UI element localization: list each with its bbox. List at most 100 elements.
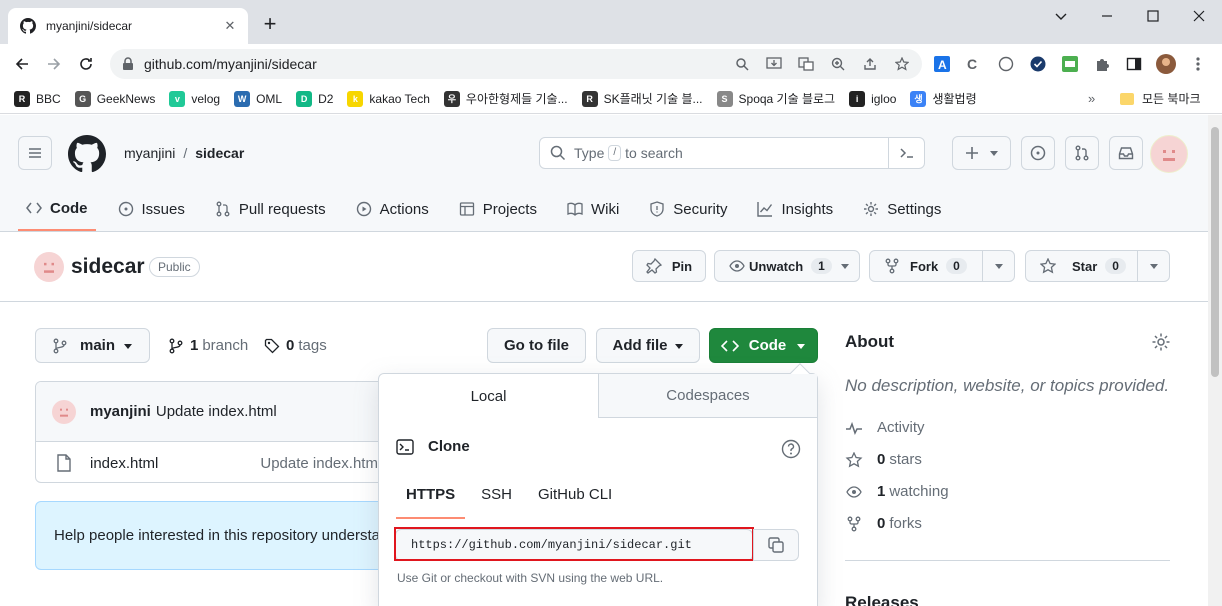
question-icon[interactable] <box>781 439 801 462</box>
fork-button[interactable]: Fork 0 <box>869 250 1015 282</box>
browser-tab[interactable]: myanjini/sidecar ✕ <box>8 8 248 44</box>
tab-actions[interactable]: Actions <box>348 187 437 231</box>
file-name[interactable]: index.html <box>90 455 158 472</box>
maximize-icon[interactable] <box>1130 0 1176 32</box>
create-new-button[interactable] <box>952 136 1011 170</box>
commit-author[interactable]: myanjini <box>90 403 151 420</box>
protocol-tab-github-cli[interactable]: GitHub CLI <box>528 482 622 519</box>
protocol-tab-ssh[interactable]: SSH <box>471 482 522 519</box>
bookmark-item[interactable]: v velog <box>169 90 220 107</box>
zoom-search-icon[interactable] <box>730 54 754 74</box>
extension-green-icon[interactable] <box>1058 54 1082 74</box>
command-palette-icon[interactable] <box>888 138 924 168</box>
pin-button[interactable]: Pin <box>632 250 706 282</box>
bookmark-item[interactable]: i igloo <box>849 90 896 107</box>
star-label: Star <box>1072 258 1098 274</box>
bookmark-item[interactable]: 우 우아한형제들 기술... <box>443 90 568 107</box>
bookmark-label: BBC <box>36 91 61 106</box>
fork-caret-icon[interactable] <box>994 261 1004 271</box>
tab-projects[interactable]: Projects <box>451 187 545 231</box>
watch-button[interactable]: Unwatch 1 <box>714 250 860 282</box>
tab-code[interactable]: Code <box>18 187 96 231</box>
zoom-icon[interactable] <box>826 54 850 74</box>
stars-link[interactable]: 0 stars <box>845 451 922 468</box>
tab-codespaces[interactable]: Codespaces <box>598 374 817 418</box>
watching-link[interactable]: 1 watching <box>845 483 949 500</box>
inbox-button[interactable] <box>1109 136 1143 170</box>
protocol-tab-https[interactable]: HTTPS <box>396 482 466 519</box>
bookmark-favicon-icon: S <box>716 90 733 107</box>
tab-insights[interactable]: Insights <box>749 187 841 231</box>
repo-owner-avatar[interactable] <box>34 252 64 282</box>
install-app-icon[interactable] <box>762 54 786 74</box>
tab-security[interactable]: Security <box>641 187 735 231</box>
address-bar[interactable]: github.com/myanjini/sidecar <box>110 49 922 79</box>
back-arrow-icon[interactable] <box>8 50 36 78</box>
extension-c-icon[interactable]: C <box>962 54 986 74</box>
bookmark-item[interactable]: D D2 <box>296 90 333 107</box>
share-icon[interactable] <box>858 54 882 74</box>
tab-wiki[interactable]: Wiki <box>559 187 627 231</box>
repo-name[interactable]: sidecar <box>71 255 145 279</box>
menu-button[interactable] <box>18 136 52 170</box>
gear-icon[interactable] <box>1151 332 1171 355</box>
bookmark-item[interactable]: G GeekNews <box>74 90 155 107</box>
bookmarks-more-icon[interactable]: » <box>1088 91 1095 106</box>
chrome-menu-icon[interactable] <box>1186 54 1210 74</box>
new-tab-button[interactable]: + <box>258 13 282 37</box>
forks-link[interactable]: 0 forks <box>845 515 922 532</box>
breadcrumb-repo[interactable]: sidecar <box>195 145 244 161</box>
branches-link[interactable]: 1 branch <box>168 337 248 354</box>
search-input[interactable]: Type / to search <box>539 137 925 169</box>
clone-dropdown: Local Codespaces Clone HTTPS SSH GitHub … <box>378 363 818 606</box>
tags-link[interactable]: 0 tags <box>264 337 327 354</box>
tab-close-icon[interactable]: ✕ <box>222 18 238 34</box>
extensions-puzzle-icon[interactable] <box>1090 54 1114 74</box>
bookmark-item[interactable]: R BBC <box>14 90 61 107</box>
profile-avatar[interactable] <box>1154 54 1178 74</box>
page-scrollbar[interactable] <box>1208 115 1222 606</box>
clone-url-input[interactable]: https://github.com/myanjini/sidecar.git <box>395 529 753 561</box>
pull-requests-header-button[interactable] <box>1065 136 1099 170</box>
commit-message[interactable]: Update index.html <box>156 403 277 420</box>
extension-check-icon[interactable] <box>1026 54 1050 74</box>
translate-icon[interactable] <box>794 54 818 74</box>
minimize-icon[interactable] <box>1084 0 1130 32</box>
go-to-file-button[interactable]: Go to file <box>487 328 586 363</box>
extension-circle-icon[interactable] <box>994 54 1018 74</box>
star-button[interactable]: Star 0 <box>1025 250 1170 282</box>
forward-arrow-icon[interactable] <box>40 50 68 78</box>
add-file-button[interactable]: Add file <box>596 328 700 363</box>
tab-issues[interactable]: Issues <box>110 187 193 231</box>
tab-search-icon[interactable] <box>1038 0 1084 32</box>
bookmark-item[interactable]: R SK플래닛 기술 블... <box>581 90 703 107</box>
all-bookmarks-folder[interactable]: 모든 북마크 <box>1120 90 1201 107</box>
issues-header-button[interactable] <box>1021 136 1055 170</box>
bookmark-item[interactable]: k kakao Tech <box>347 90 430 107</box>
commit-author-avatar[interactable] <box>52 399 76 424</box>
reload-icon[interactable] <box>72 50 100 78</box>
bookmark-star-icon[interactable] <box>890 54 914 74</box>
activity-link[interactable]: Activity <box>845 419 925 436</box>
copy-url-button[interactable] <box>753 529 799 561</box>
branch-select-button[interactable]: main <box>35 328 150 363</box>
star-caret-icon[interactable] <box>1149 261 1159 271</box>
releases-heading[interactable]: Releases <box>845 593 919 606</box>
tab-pull-requests[interactable]: Pull requests <box>207 187 334 231</box>
side-panel-icon[interactable] <box>1122 54 1146 74</box>
file-commit-message[interactable]: Update index.html <box>260 455 381 472</box>
code-button[interactable]: Code <box>709 328 818 363</box>
scrollbar-thumb[interactable] <box>1211 127 1219 377</box>
breadcrumb-owner[interactable]: myanjini <box>124 145 175 161</box>
user-avatar[interactable] <box>1150 135 1188 173</box>
tab-local[interactable]: Local <box>379 374 598 418</box>
watch-caret-icon[interactable] <box>840 261 850 271</box>
bookmark-item[interactable]: 생 생활법령 <box>910 90 977 107</box>
extension-a-icon[interactable]: A <box>930 54 954 74</box>
file-row[interactable]: index.html Update index.html <box>36 442 414 482</box>
bookmark-item[interactable]: W OML <box>234 90 282 107</box>
bookmark-item[interactable]: S Spoqa 기술 블로그 <box>716 90 835 107</box>
window-close-icon[interactable] <box>1176 0 1222 32</box>
tab-settings[interactable]: Settings <box>855 187 949 231</box>
github-logo-icon[interactable] <box>68 135 106 176</box>
